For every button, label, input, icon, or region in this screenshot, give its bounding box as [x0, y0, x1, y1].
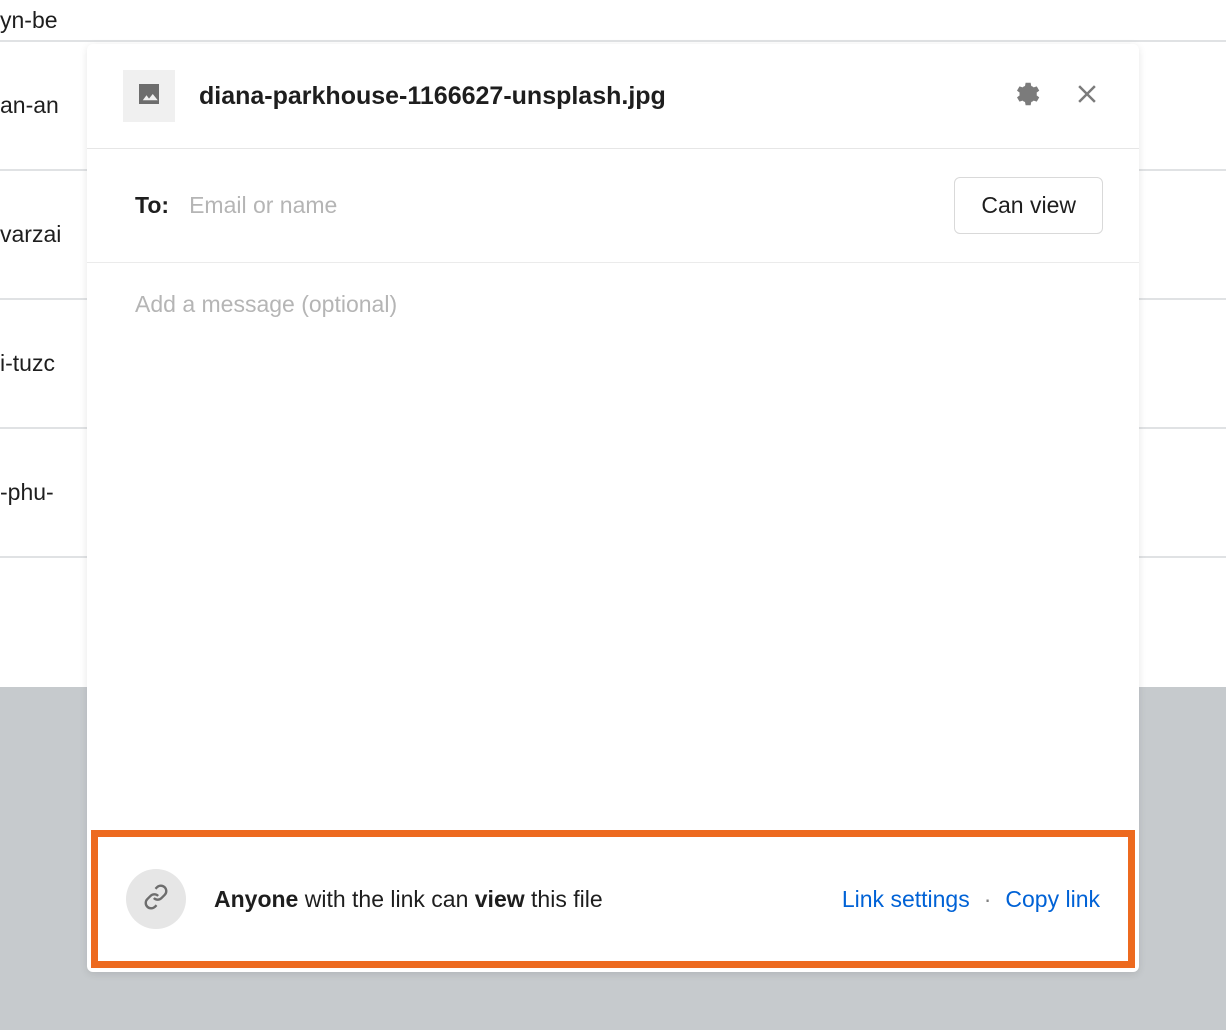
copy-link-link[interactable]: Copy link: [1005, 886, 1100, 913]
link-access-who: Anyone: [214, 886, 298, 912]
gear-icon: [1010, 79, 1040, 114]
modal-header: diana-parkhouse-1166627-unsplash.jpg: [87, 44, 1139, 149]
to-label: To:: [135, 192, 169, 219]
separator: ·: [984, 886, 992, 913]
close-button[interactable]: [1071, 80, 1103, 112]
file-title: diana-parkhouse-1166627-unsplash.jpg: [199, 82, 985, 111]
recipient-input[interactable]: [189, 188, 934, 223]
link-settings-link[interactable]: Link settings: [842, 886, 970, 913]
footer-links: Link settings · Copy link: [842, 886, 1100, 913]
close-icon: [1072, 79, 1102, 114]
link-access-permission: view: [475, 886, 525, 912]
message-area: [87, 263, 1139, 826]
message-input[interactable]: [135, 291, 1091, 372]
settings-button[interactable]: [1009, 80, 1041, 112]
link-access-description: Anyone with the link can view this file: [214, 886, 814, 913]
file-thumbnail: [123, 70, 175, 122]
link-icon-circle: [126, 869, 186, 929]
header-actions: [1009, 80, 1103, 112]
image-icon: [134, 79, 164, 114]
chain-link-icon: [143, 884, 169, 915]
share-modal: diana-parkhouse-1166627-unsplash.jpg To:: [87, 44, 1139, 972]
modal-body: To: Can view: [87, 149, 1139, 826]
modal-footer: Anyone with the link can view this file …: [91, 830, 1135, 968]
modal-overlay: diana-parkhouse-1166627-unsplash.jpg To:: [0, 0, 1226, 1030]
permission-dropdown[interactable]: Can view: [954, 177, 1103, 234]
recipient-row: To: Can view: [87, 149, 1139, 263]
